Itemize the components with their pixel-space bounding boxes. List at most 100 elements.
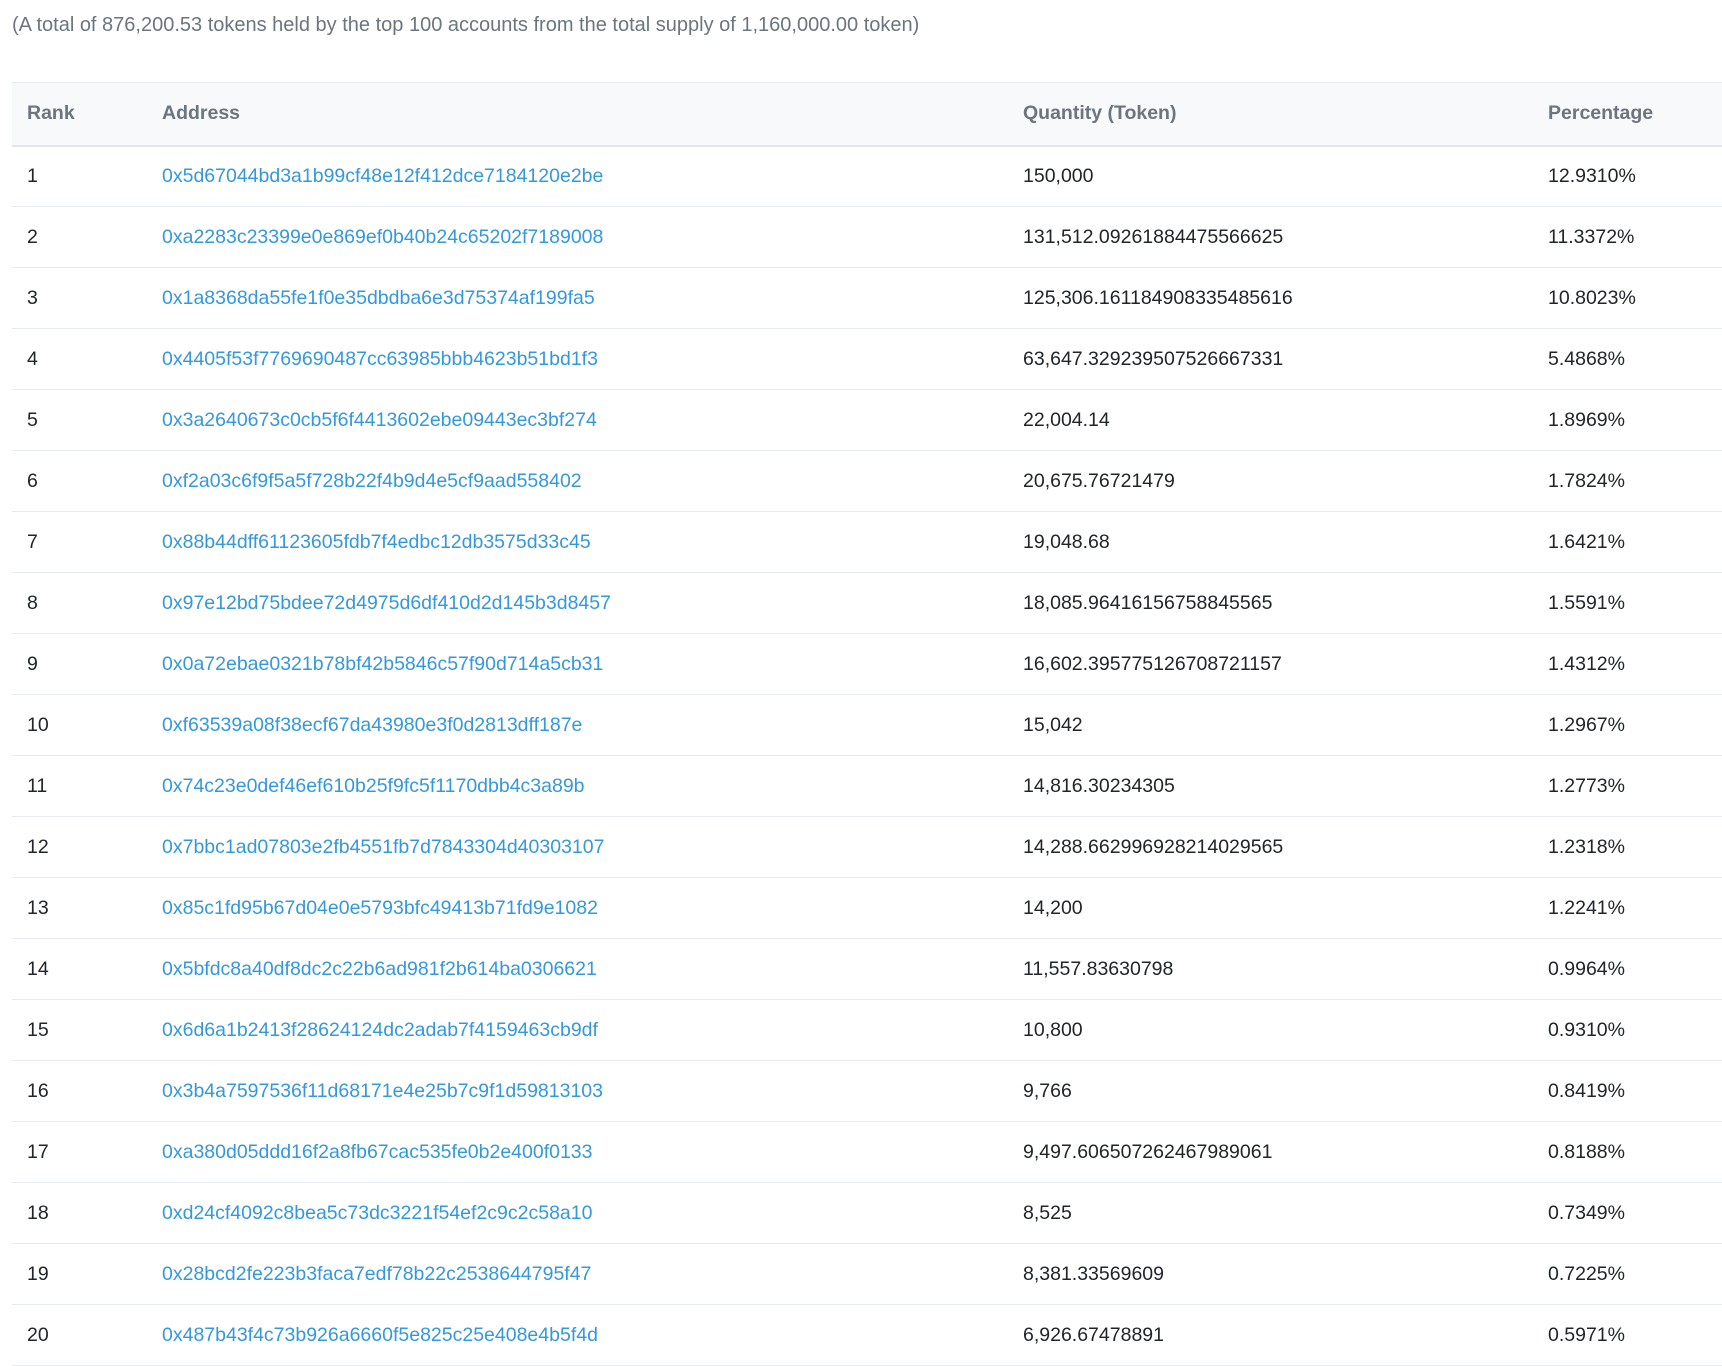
address-cell: 0x3a2640673c0cb5f6f4413602ebe09443ec3bf2… xyxy=(147,389,1008,451)
percentage-cell: 1.5591% xyxy=(1533,572,1722,634)
percentage-cell: 1.2967% xyxy=(1533,694,1722,756)
table-row: 6 0xf2a03c6f9f5a5f728b22f4b9d4e5cf9aad558… xyxy=(12,450,1722,512)
table-row: 9 0x0a72ebae0321b78bf42b5846c57f90d714a5c… xyxy=(12,633,1722,695)
table-row: 8 0x97e12bd75bdee72d4975d6df410d2d145b3d8… xyxy=(12,572,1722,634)
address-link[interactable]: 0x85c1fd95b67d04e0e5793bfc49413b71fd9e10… xyxy=(162,897,598,919)
address-cell: 0x28bcd2fe223b3faca7edf78b22c2538644795f… xyxy=(147,1243,1008,1305)
address-link[interactable]: 0x3b4a7597536f11d68171e4e25b7c9f1d598131… xyxy=(162,1080,603,1102)
address-link[interactable]: 0xd24cf4092c8bea5c73dc3221f54ef2c9c2c58a… xyxy=(162,1202,592,1224)
quantity-cell: 18,085.96416156758845565 xyxy=(1008,572,1533,634)
address-link[interactable]: 0x4405f53f7769690487cc63985bbb4623b51bd1… xyxy=(162,348,598,370)
percentage-cell: 12.9310% xyxy=(1533,145,1722,207)
address-link[interactable]: 0x28bcd2fe223b3faca7edf78b22c2538644795f… xyxy=(162,1263,591,1285)
percentage-cell: 10.8023% xyxy=(1533,267,1722,329)
percentage-cell: 1.6421% xyxy=(1533,511,1722,573)
quantity-cell: 125,306.161184908335485616 xyxy=(1008,267,1533,329)
address-link[interactable]: 0x487b43f4c73b926a6660f5e825c25e408e4b5f… xyxy=(162,1324,598,1346)
address-cell: 0x487b43f4c73b926a6660f5e825c25e408e4b5f… xyxy=(147,1304,1008,1366)
percentage-cell: 0.7225% xyxy=(1533,1243,1722,1305)
percentage-cell: 0.9964% xyxy=(1533,938,1722,1000)
table-row: 12 0x7bbc1ad07803e2fb4551fb7d7843304d4030… xyxy=(12,816,1722,878)
address-cell: 0x5d67044bd3a1b99cf48e12f412dce7184120e2… xyxy=(147,145,1008,207)
table-row: 15 0x6d6a1b2413f28624124dc2adab7f4159463c… xyxy=(12,999,1722,1061)
address-link[interactable]: 0x5bfdc8a40df8dc2c22b6ad981f2b614ba03066… xyxy=(162,958,597,980)
address-link[interactable]: 0xf63539a08f38ecf67da43980e3f0d2813dff18… xyxy=(162,714,582,736)
address-cell: 0xa380d05ddd16f2a8fb67cac535fe0b2e400f01… xyxy=(147,1121,1008,1183)
rank-cell: 9 xyxy=(12,633,147,695)
column-header-address: Address xyxy=(147,82,1008,147)
address-link[interactable]: 0x5d67044bd3a1b99cf48e12f412dce7184120e2… xyxy=(162,165,603,187)
percentage-cell: 1.4312% xyxy=(1533,633,1722,695)
rank-cell: 8 xyxy=(12,572,147,634)
address-link[interactable]: 0xf2a03c6f9f5a5f728b22f4b9d4e5cf9aad5584… xyxy=(162,470,582,492)
percentage-cell: 1.2241% xyxy=(1533,877,1722,939)
column-header-rank: Rank xyxy=(12,82,147,147)
address-cell: 0x74c23e0def46ef610b25f9fc5f1170dbb4c3a8… xyxy=(147,755,1008,817)
address-cell: 0x88b44dff61123605fdb7f4edbc12db3575d33c… xyxy=(147,511,1008,573)
column-header-quantity: Quantity (Token) xyxy=(1008,82,1533,147)
rank-cell: 15 xyxy=(12,999,147,1061)
quantity-cell: 22,004.14 xyxy=(1008,389,1533,451)
rank-cell: 1 xyxy=(12,145,147,207)
percentage-cell: 0.8188% xyxy=(1533,1121,1722,1183)
rank-cell: 20 xyxy=(12,1304,147,1366)
percentage-cell: 0.7349% xyxy=(1533,1182,1722,1244)
address-cell: 0x85c1fd95b67d04e0e5793bfc49413b71fd9e10… xyxy=(147,877,1008,939)
address-link[interactable]: 0x6d6a1b2413f28624124dc2adab7f4159463cb9… xyxy=(162,1019,598,1041)
table-row: 11 0x74c23e0def46ef610b25f9fc5f1170dbb4c3… xyxy=(12,755,1722,817)
address-link[interactable]: 0x74c23e0def46ef610b25f9fc5f1170dbb4c3a8… xyxy=(162,775,585,797)
address-link[interactable]: 0x3a2640673c0cb5f6f4413602ebe09443ec3bf2… xyxy=(162,409,597,431)
address-cell: 0x97e12bd75bdee72d4975d6df410d2d145b3d84… xyxy=(147,572,1008,634)
table-row: 14 0x5bfdc8a40df8dc2c22b6ad981f2b614ba030… xyxy=(12,938,1722,1000)
address-link[interactable]: 0x0a72ebae0321b78bf42b5846c57f90d714a5cb… xyxy=(162,653,603,675)
quantity-cell: 6,926.67478891 xyxy=(1008,1304,1533,1366)
address-link[interactable]: 0x97e12bd75bdee72d4975d6df410d2d145b3d84… xyxy=(162,592,611,614)
quantity-cell: 131,512.09261884475566625 xyxy=(1008,206,1533,268)
table-row: 1 0x5d67044bd3a1b99cf48e12f412dce7184120e… xyxy=(12,145,1722,207)
quantity-cell: 9,497.606507262467989061 xyxy=(1008,1121,1533,1183)
address-cell: 0x5bfdc8a40df8dc2c22b6ad981f2b614ba03066… xyxy=(147,938,1008,1000)
address-link[interactable]: 0xa2283c23399e0e869ef0b40b24c65202f71890… xyxy=(162,226,603,248)
address-link[interactable]: 0x7bbc1ad07803e2fb4551fb7d7843304d403031… xyxy=(162,836,604,858)
address-cell: 0xd24cf4092c8bea5c73dc3221f54ef2c9c2c58a… xyxy=(147,1182,1008,1244)
table-row: 2 0xa2283c23399e0e869ef0b40b24c65202f7189… xyxy=(12,206,1722,268)
address-cell: 0x4405f53f7769690487cc63985bbb4623b51bd1… xyxy=(147,328,1008,390)
table-row: 17 0xa380d05ddd16f2a8fb67cac535fe0b2e400f… xyxy=(12,1121,1722,1183)
percentage-cell: 0.8419% xyxy=(1533,1060,1722,1122)
rank-cell: 18 xyxy=(12,1182,147,1244)
rank-cell: 10 xyxy=(12,694,147,756)
table-row: 19 0x28bcd2fe223b3faca7edf78b22c253864479… xyxy=(12,1243,1722,1305)
address-cell: 0x1a8368da55fe1f0e35dbdba6e3d75374af199f… xyxy=(147,267,1008,329)
holders-summary: (A total of 876,200.53 tokens held by th… xyxy=(12,14,920,36)
percentage-cell: 11.3372% xyxy=(1533,206,1722,268)
address-cell: 0xf2a03c6f9f5a5f728b22f4b9d4e5cf9aad5584… xyxy=(147,450,1008,512)
token-holders-table-container: Rank Address Quantity (Token) Percentage… xyxy=(12,82,1722,1366)
table-body: 1 0x5d67044bd3a1b99cf48e12f412dce7184120e… xyxy=(12,145,1722,1366)
percentage-cell: 0.9310% xyxy=(1533,999,1722,1061)
rank-cell: 17 xyxy=(12,1121,147,1183)
rank-cell: 3 xyxy=(12,267,147,329)
quantity-cell: 16,602.395775126708721157 xyxy=(1008,633,1533,695)
table-row: 4 0x4405f53f7769690487cc63985bbb4623b51bd… xyxy=(12,328,1722,390)
address-link[interactable]: 0x88b44dff61123605fdb7f4edbc12db3575d33c… xyxy=(162,531,591,553)
quantity-cell: 20,675.76721479 xyxy=(1008,450,1533,512)
table-row: 5 0x3a2640673c0cb5f6f4413602ebe09443ec3bf… xyxy=(12,389,1722,451)
address-cell: 0xf63539a08f38ecf67da43980e3f0d2813dff18… xyxy=(147,694,1008,756)
percentage-cell: 1.2773% xyxy=(1533,755,1722,817)
rank-cell: 13 xyxy=(12,877,147,939)
quantity-cell: 15,042 xyxy=(1008,694,1533,756)
address-link[interactable]: 0x1a8368da55fe1f0e35dbdba6e3d75374af199f… xyxy=(162,287,595,309)
table-row: 10 0xf63539a08f38ecf67da43980e3f0d2813dff… xyxy=(12,694,1722,756)
table-row: 16 0x3b4a7597536f11d68171e4e25b7c9f1d5981… xyxy=(12,1060,1722,1122)
rank-cell: 19 xyxy=(12,1243,147,1305)
percentage-cell: 5.4868% xyxy=(1533,328,1722,390)
address-link[interactable]: 0xa380d05ddd16f2a8fb67cac535fe0b2e400f01… xyxy=(162,1141,593,1163)
quantity-cell: 10,800 xyxy=(1008,999,1533,1061)
rank-cell: 16 xyxy=(12,1060,147,1122)
address-cell: 0x6d6a1b2413f28624124dc2adab7f4159463cb9… xyxy=(147,999,1008,1061)
address-cell: 0xa2283c23399e0e869ef0b40b24c65202f71890… xyxy=(147,206,1008,268)
quantity-cell: 11,557.83630798 xyxy=(1008,938,1533,1000)
quantity-cell: 19,048.68 xyxy=(1008,511,1533,573)
rank-cell: 11 xyxy=(12,755,147,817)
percentage-cell: 1.8969% xyxy=(1533,389,1722,451)
